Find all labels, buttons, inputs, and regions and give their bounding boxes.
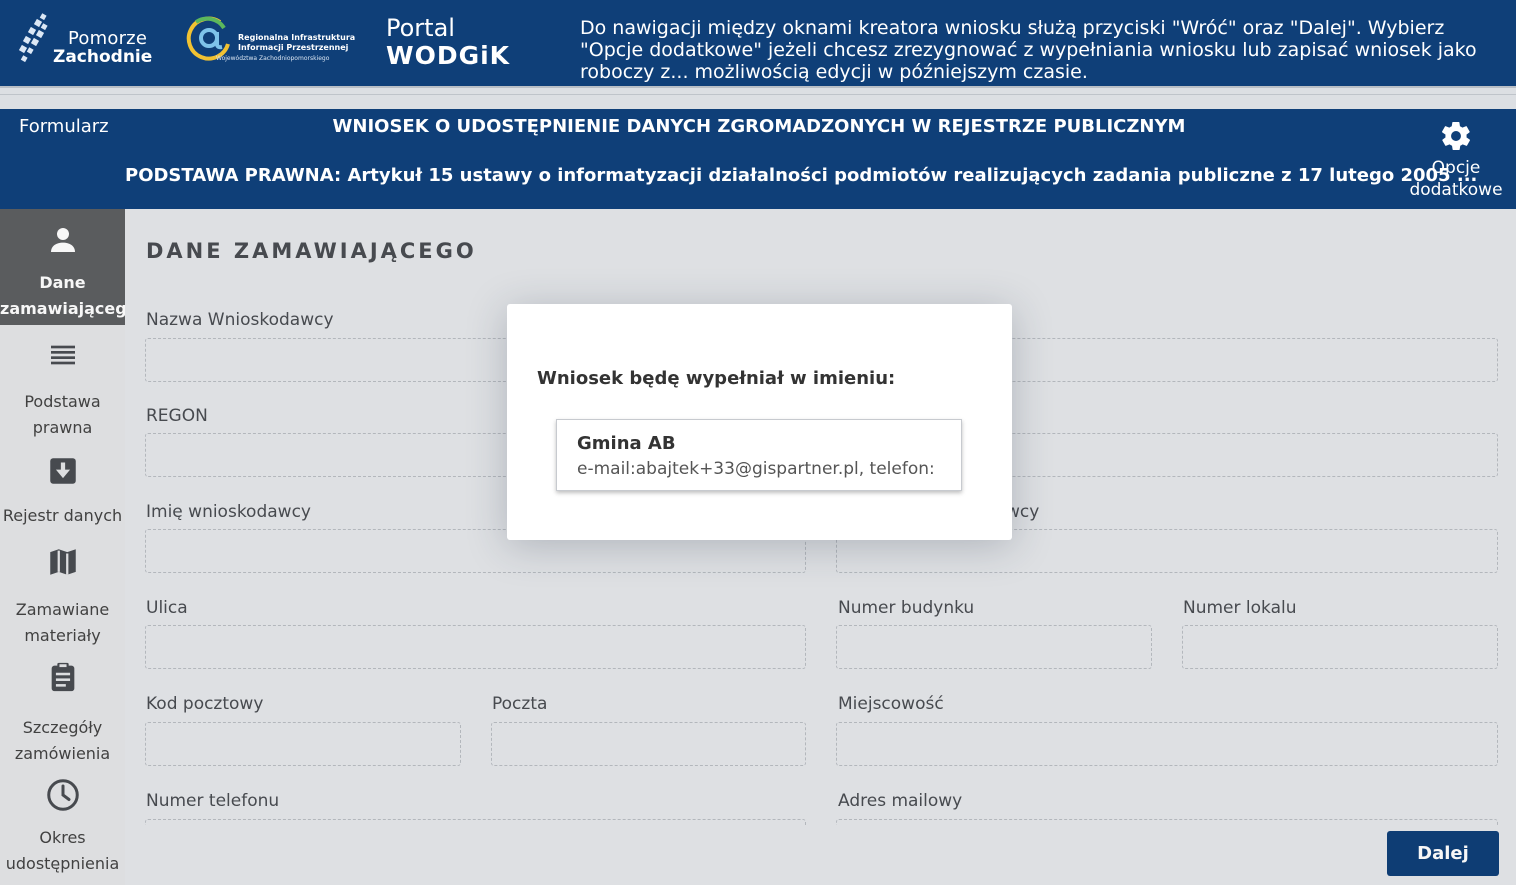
griffin-logo-icon <box>18 13 48 63</box>
portal-title[interactable]: Portal WODGiK <box>386 14 510 70</box>
pomorze-zachodnie-logo[interactable]: Pomorze Zachodnie <box>16 12 152 70</box>
riip-logo[interactable]: Regionalna Infrastruktura Informacji Prz… <box>184 12 355 68</box>
applicant-option[interactable]: Gmina AB e-mail:abajtek+33@gispartner.pl… <box>556 419 962 491</box>
riip-text-line2: Informacji Przestrzennej <box>238 43 349 52</box>
additional-options-label: Opcje dodatkowe <box>1400 157 1512 201</box>
logo-text-pomorze: Pomorze <box>68 28 148 49</box>
navigation-hint: Do nawigacji między oknami kreatora wnio… <box>580 17 1477 83</box>
gear-icon <box>1442 121 1470 151</box>
legal-basis: PODSTAWA PRAWNA: Artykuł 15 ustawy o inf… <box>125 165 1478 186</box>
options-label-line2: dodatkowe <box>1409 180 1503 200</box>
riip-text-line3: Województwa Zachodniopomorskiego <box>216 55 330 62</box>
portal-title-line1: Portal <box>386 14 455 42</box>
applicant-option-name: Gmina AB <box>577 433 676 454</box>
additional-options-button[interactable]: Opcje dodatkowe <box>1400 119 1512 205</box>
form-label: Formularz <box>19 116 109 137</box>
top-header: Pomorze Zachodnie Regionalna Infrastrukt… <box>0 0 1516 86</box>
applicant-option-contact: e-mail:abajtek+33@gispartner.pl, telefon… <box>577 459 935 479</box>
applicant-select-dialog: Wniosek będę wypełniał w imieniu: Gmina … <box>507 304 1012 540</box>
options-label-line1: Opcje <box>1431 158 1481 178</box>
header-divider <box>0 86 1516 109</box>
app-root: Pomorze Zachodnie Regionalna Infrastrukt… <box>0 0 1516 885</box>
portal-title-line2: WODGiK <box>386 41 511 70</box>
dialog-title: Wniosek będę wypełniał w imieniu: <box>537 368 896 389</box>
riip-text-line1: Regionalna Infrastruktura <box>238 33 356 42</box>
form-title: WNIOSEK O UDOSTĘPNIENIE DANYCH ZGROMADZO… <box>332 116 1186 137</box>
logo-text-zachodnie: Zachodnie <box>53 47 153 67</box>
form-header: WNIOSEK O UDOSTĘPNIENIE DANYCH ZGROMADZO… <box>0 109 1516 209</box>
